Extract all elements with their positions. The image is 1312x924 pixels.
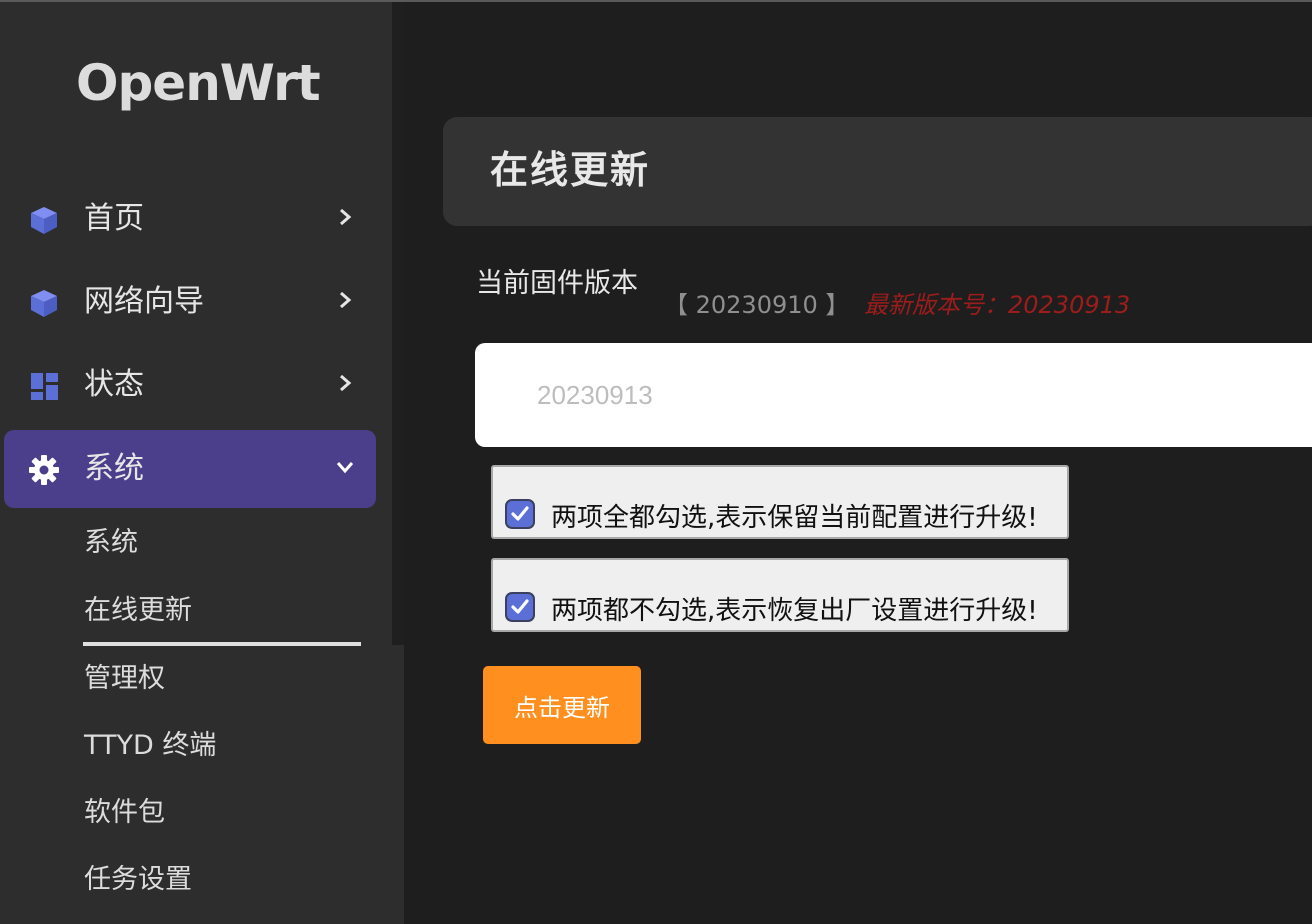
nav-label: 首页: [84, 201, 144, 236]
nav-label: 系统: [84, 451, 144, 486]
subnav-item-online-update[interactable]: 在线更新: [84, 594, 192, 628]
nav-item-network-wizard[interactable]: 网络向导: [4, 263, 376, 341]
active-subnav-indicator: [83, 642, 361, 646]
nav-item-home[interactable]: 首页: [4, 180, 376, 258]
subnav-item-scheduled-tasks[interactable]: 任务设置: [84, 863, 192, 897]
checkbox[interactable]: [505, 592, 535, 622]
update-button[interactable]: 点击更新: [483, 666, 641, 744]
nav-label: 状态: [84, 367, 144, 402]
sidebar: OpenWrt 首页 网络向导 状态 系统 系统 在线更新 管理权 TTYD 终…: [0, 2, 392, 924]
latest-version: 最新版本号：20230913: [864, 291, 1131, 319]
checkbox-label: 两项都不勾选,表示恢复出厂设置进行升级!: [551, 596, 1038, 626]
nav-item-system[interactable]: 系统: [4, 430, 376, 508]
nav-item-status[interactable]: 状态: [4, 346, 376, 424]
page-title: 在线更新: [490, 148, 651, 192]
cube-icon: [31, 290, 57, 317]
nav-label: 网络向导: [84, 284, 204, 319]
current-version: 【 20230910 】: [664, 291, 850, 319]
dashboard-icon: [31, 373, 58, 400]
sidebar-scrollbar[interactable]: [392, 2, 404, 645]
sidebar-scroll-track: [392, 645, 404, 924]
checkbox[interactable]: [505, 499, 535, 529]
chevron-right-icon: [340, 208, 352, 226]
chevron-right-icon: [340, 374, 352, 392]
keep-config-option: 两项全都勾选,表示保留当前配置进行升级!: [491, 465, 1069, 539]
chevron-down-icon: [336, 462, 354, 474]
subnav-item-system[interactable]: 系统: [84, 526, 138, 560]
firmware-version-label: 当前固件版本: [476, 268, 638, 299]
openwrt-logo: OpenWrt: [76, 54, 321, 112]
gear-icon: [29, 455, 59, 485]
subnav-item-ttyd[interactable]: TTYD 终端: [84, 729, 216, 763]
subnav-item-admin[interactable]: 管理权: [84, 662, 165, 696]
cube-icon: [31, 207, 57, 234]
version-input[interactable]: [475, 343, 1312, 447]
chevron-right-icon: [340, 291, 352, 309]
factory-reset-option: 两项都不勾选,表示恢复出厂设置进行升级!: [491, 558, 1069, 632]
checkbox-label: 两项全都勾选,表示保留当前配置进行升级!: [551, 503, 1038, 533]
subnav-item-packages[interactable]: 软件包: [84, 796, 165, 830]
